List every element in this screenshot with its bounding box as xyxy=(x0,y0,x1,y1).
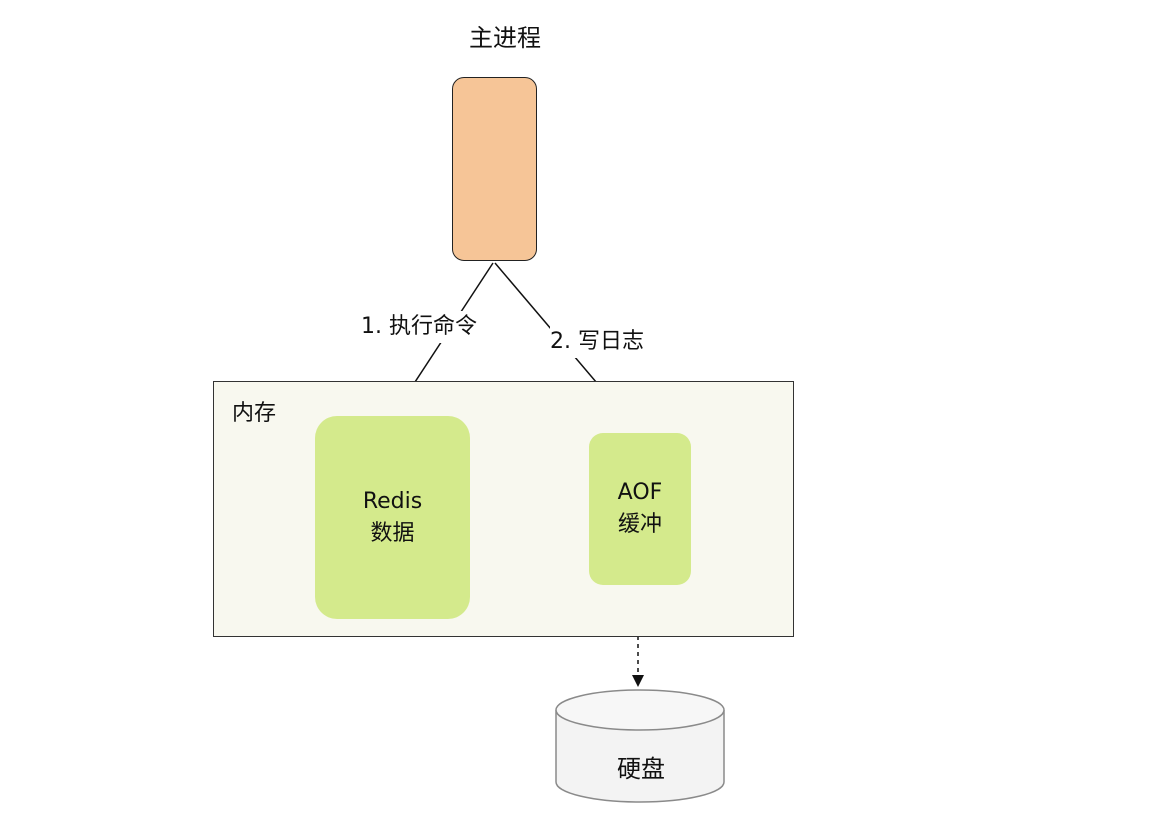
write-log-label: 2. 写日志 xyxy=(550,326,644,358)
execute-command-label: 1. 执行命令 xyxy=(361,311,477,343)
disk-label: 硬盘 xyxy=(617,755,665,783)
aof-buffer-line1: AOF xyxy=(617,480,663,505)
main-process-box xyxy=(452,77,537,261)
memory-container xyxy=(213,381,794,637)
process-title: 主进程 xyxy=(469,24,541,52)
redis-data-line1: Redis xyxy=(362,488,423,514)
memory-label: 内存 xyxy=(232,401,277,426)
aof-buffer-node: AOF 缓冲 xyxy=(589,433,691,585)
aof-buffer-line2: 缓冲 xyxy=(617,512,662,537)
redis-data-node: Redis 数据 xyxy=(315,416,470,619)
redis-data-line2: 数据 xyxy=(370,520,415,546)
